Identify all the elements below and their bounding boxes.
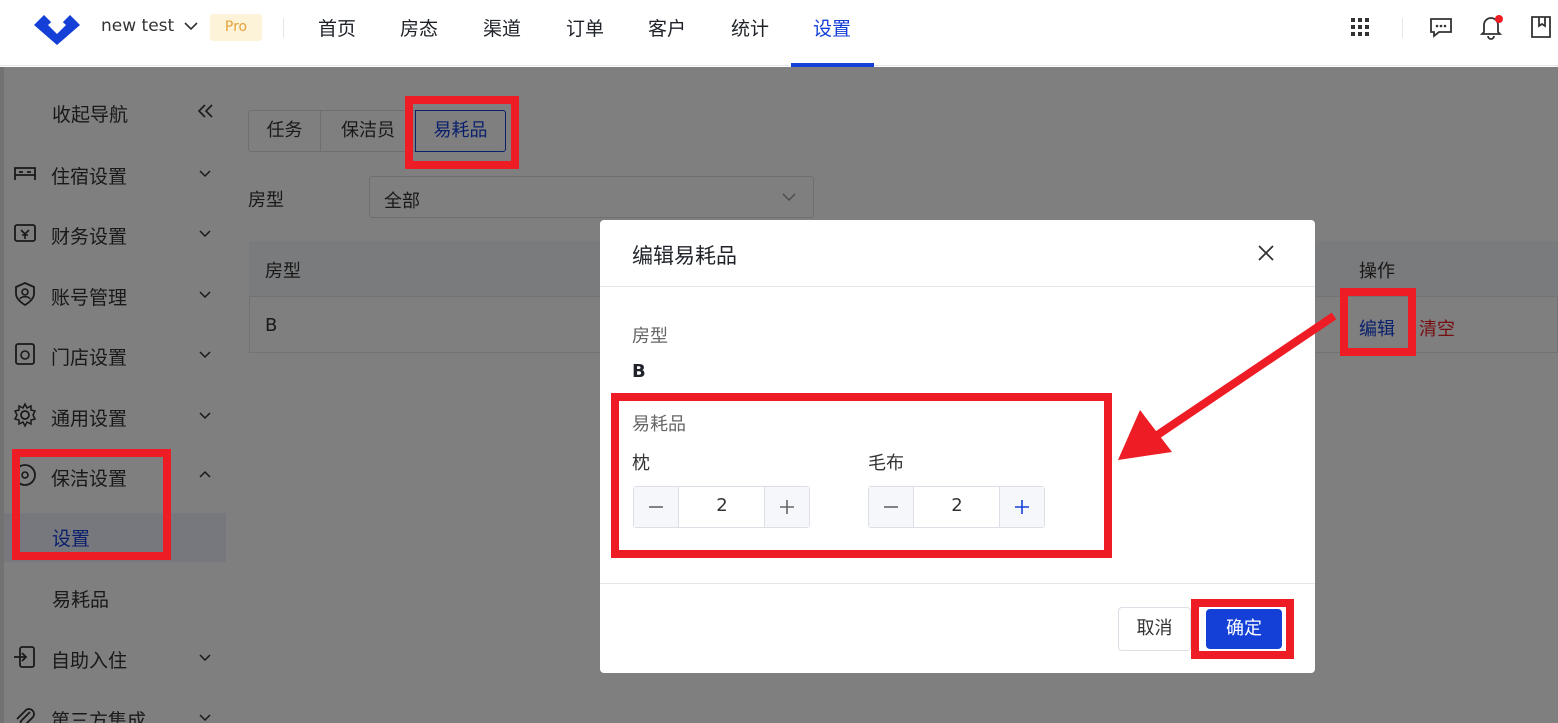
chevron-down-icon [184,22,198,31]
apps-icon[interactable] [1347,14,1373,40]
annotation-box-cleaning-settings [12,449,171,560]
message-icon[interactable] [1428,14,1454,40]
nav-orders[interactable]: 订单 [566,14,604,41]
bookmark-icon[interactable] [1528,14,1554,40]
annotation-box-confirm-button [1191,599,1294,659]
nav-channels[interactable]: 渠道 [483,14,521,41]
nav-settings[interactable]: 设置 [813,14,851,41]
app-logo[interactable] [32,9,82,47]
pro-badge: Pro [210,14,262,41]
annotation-box-edit-link [1340,288,1416,356]
bell-icon[interactable] [1478,14,1504,40]
workspace-name: new test [101,16,175,36]
notification-dot [1495,15,1503,23]
dialog-footer-divider [600,583,1315,584]
workspace-switcher[interactable]: new test [101,16,198,36]
close-icon[interactable] [1256,243,1276,263]
nav-statistics[interactable]: 统计 [731,14,769,41]
room-type-label: 房型 [632,326,668,347]
nav-customers[interactable]: 客户 [648,14,686,41]
dialog-header-divider [600,286,1315,287]
annotation-box-consumables-tab [405,96,519,169]
cancel-button[interactable]: 取消 [1118,607,1191,651]
dialog-title: 编辑易耗品 [632,244,737,268]
header-divider [283,18,284,38]
nav-room-status[interactable]: 房态 [400,14,438,41]
header-divider-right [1402,18,1403,38]
nav-home[interactable]: 首页 [318,14,356,41]
annotation-arrow [1118,312,1337,460]
room-type-value: B [632,361,646,382]
annotation-box-consumables-fields [611,393,1112,558]
